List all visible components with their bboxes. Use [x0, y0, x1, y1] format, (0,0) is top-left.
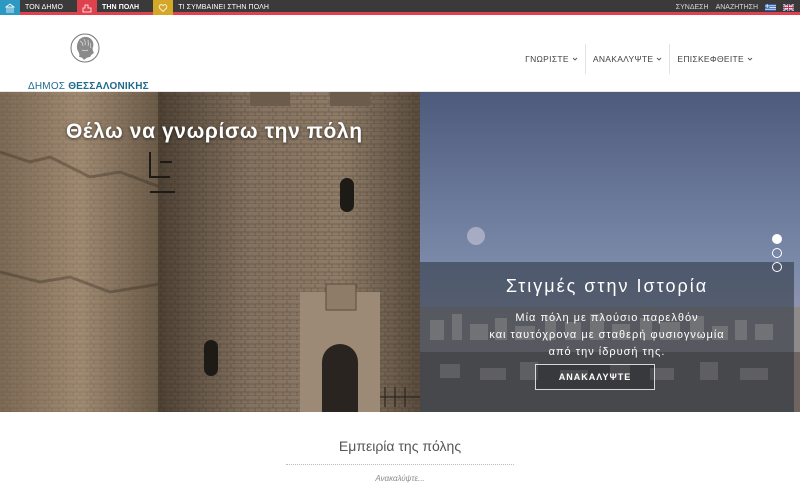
nav-item-label: ΓΝΩΡΙΣΤΕ — [525, 54, 569, 64]
alexander-head-emblem-icon — [70, 33, 100, 63]
tab-city-swatch — [77, 0, 98, 15]
slider-dot-2[interactable] — [772, 248, 782, 258]
heart-icon — [158, 3, 168, 12]
tab-municipality[interactable]: ΤΟΝ ΔΗΜΟ — [0, 0, 63, 15]
section-divider — [286, 464, 514, 465]
logo-text: ΔΗΜΟΣ ΘΕΣΣΑΛΟΝΙΚΗΣ — [28, 81, 149, 92]
nav-item-discover[interactable]: ΓΝΩΡΙΣΤΕ — [518, 44, 585, 74]
nav-item-explore[interactable]: ΑΝΑΚΑΛΥΨΤΕ — [584, 44, 670, 74]
nav-item-label: ΕΠΙΣΚΕΦΘΕΙΤΕ — [677, 54, 744, 64]
tab-city[interactable]: ΤΗΝ ΠΟΛΗ — [77, 0, 139, 15]
uk-flag-icon[interactable] — [783, 4, 794, 11]
chevron-down-icon — [572, 57, 578, 61]
slide-caption-text: Μία πόλη με πλούσιο παρελθόν και ταυτόχρ… — [420, 310, 794, 361]
nav-item-label: ΑΝΑΚΑΛΥΨΤΕ — [592, 54, 654, 64]
discover-button[interactable]: ΑΝΑΚΑΛΥΨΤΕ — [535, 364, 655, 390]
site-header: ΔΗΜΟΣ ΘΕΣΣΑΛΟΝΙΚΗΣ ΓΝΩΡΙΣΤΕ ΑΝΑΚΑΛΥΨΤΕ Ε… — [0, 18, 800, 92]
section-subheading: Ανακαλύψτε... — [375, 474, 425, 483]
utility-links: ΣΥΝΔΕΣΗ ΑΝΑΖΗΤΗΣΗ — [669, 0, 794, 15]
city-experience-section: Εμπειρία της πόλης Ανακαλύψτε... — [0, 412, 800, 500]
slide-caption-title: Στιγμές στην Ιστορία — [505, 276, 709, 296]
slider-dot-1[interactable] — [772, 234, 782, 244]
main-nav: ΓΝΩΡΙΣΤΕ ΑΝΑΚΑΛΥΨΤΕ ΕΠΙΣΚΕΦΘΕΙΤΕ — [518, 44, 760, 74]
monument-icon — [5, 3, 15, 12]
search-link[interactable]: ΑΝΑΖΗΤΗΣΗ — [716, 4, 758, 11]
greek-flag-icon[interactable] — [765, 4, 776, 11]
tab-events-swatch — [153, 0, 174, 15]
logo-city-name: ΘΕΣΣΑΛΟΝΙΚΗΣ — [68, 81, 149, 92]
tab-events[interactable]: ΤΙ ΣΥΜΒΑΙΝΕΙ ΣΤΗΝ ΠΟΛΗ — [153, 0, 269, 15]
chevron-down-icon — [747, 57, 753, 61]
tab-events-label: ΤΙ ΣΥΜΒΑΙΝΕΙ ΣΤΗΝ ΠΟΛΗ — [178, 4, 270, 11]
section-heading: Εμπειρία της πόλης — [338, 438, 462, 454]
nav-item-visit[interactable]: ΕΠΙΣΚΕΦΘΕΙΤΕ — [669, 44, 760, 74]
city-icon — [82, 4, 92, 12]
municipality-logo[interactable]: ΔΗΜΟΣ ΘΕΣΣΑΛΟΝΙΚΗΣ — [28, 30, 158, 92]
logo-prefix: ΔΗΜΟΣ — [28, 81, 66, 92]
caption-line: Μία πόλη με πλούσιο παρελθόν — [515, 312, 699, 324]
tab-city-label: ΤΗΝ ΠΟΛΗ — [102, 4, 140, 11]
top-utility-bar: ΤΟΝ ΔΗΜΟ ΤΗΝ ΠΟΛΗ ΤΙ ΣΥΜΒΑΙΝΕΙ ΣΤΗΝ ΠΟΛΗ… — [0, 0, 800, 15]
slider-pagination — [772, 234, 782, 276]
login-link[interactable]: ΣΥΝΔΕΣΗ — [676, 4, 709, 11]
chevron-down-icon — [657, 57, 662, 61]
caption-line: από την ίδρυσή της. — [548, 346, 666, 358]
hero-slider: Θέλω να γνωρίσω την πόλη Στιγμές στην Ισ… — [0, 92, 800, 412]
tab-municipality-label: ΤΟΝ ΔΗΜΟ — [25, 4, 64, 11]
hero-title: Θέλω να γνωρίσω την πόλη — [66, 120, 363, 143]
caption-line: και ταυτόχρονα με σταθερή φυσιογνωμία — [489, 329, 725, 341]
slide-caption: Στιγμές στην Ιστορία Μία πόλη με πλούσιο… — [420, 262, 794, 412]
tab-municipality-swatch — [0, 0, 20, 15]
site-sections: ΤΟΝ ΔΗΜΟ ΤΗΝ ΠΟΛΗ ΤΙ ΣΥΜΒΑΙΝΕΙ ΣΤΗΝ ΠΟΛΗ — [0, 0, 283, 15]
slider-dot-3[interactable] — [772, 262, 782, 272]
